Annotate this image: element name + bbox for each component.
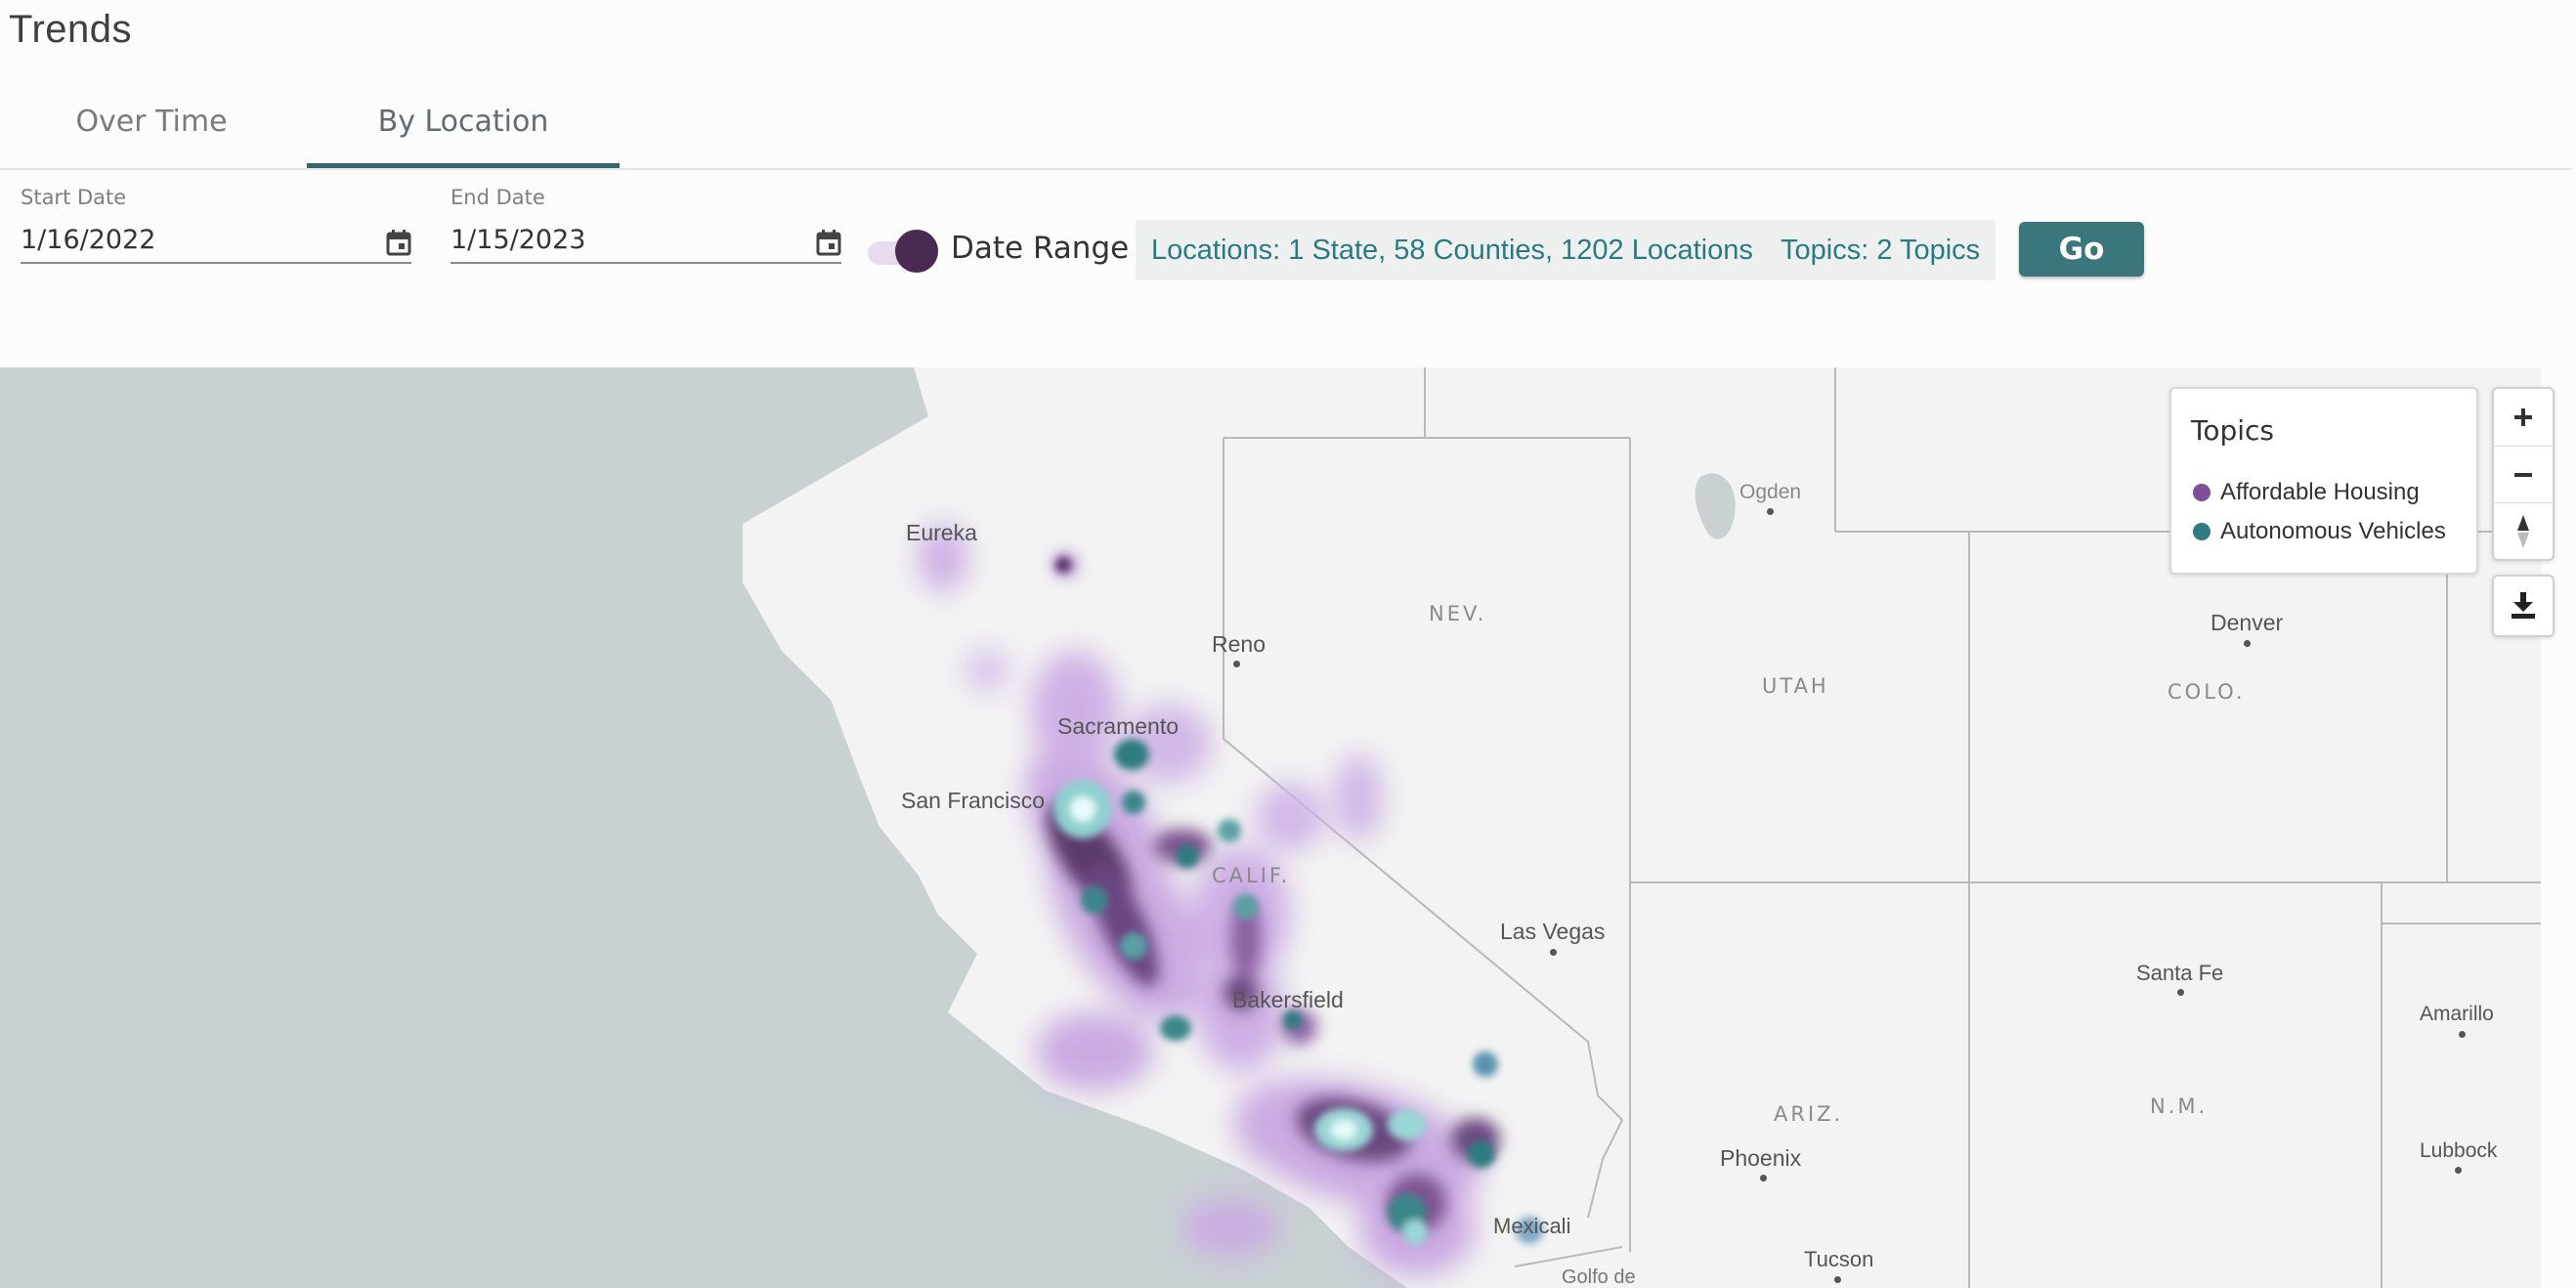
- download-icon: [2512, 592, 2535, 619]
- start-date-field[interactable]: Start Date 1/16/2022: [21, 186, 421, 276]
- city-label: Bakersfield: [1232, 987, 1344, 1012]
- legend-label: Affordable Housing: [2220, 479, 2420, 505]
- city-dot: [2455, 1167, 2462, 1174]
- map-navigation-control: [2492, 387, 2555, 561]
- city-label: Phoenix: [1720, 1145, 1802, 1171]
- heatmap-map[interactable]: Eureka Reno Sacramento San Francisco Bak…: [0, 367, 2541, 1288]
- city-label: Mexicali: [1493, 1214, 1571, 1238]
- plus-icon: [2514, 408, 2532, 426]
- zoom-in-button[interactable]: [2494, 389, 2553, 446]
- end-date-input[interactable]: 1/15/2023: [451, 225, 841, 264]
- page-title: Trends: [9, 8, 133, 51]
- end-date-label: End Date: [451, 186, 545, 209]
- calendar-icon[interactable]: [816, 229, 841, 256]
- city-label: San Francisco: [901, 788, 1046, 813]
- end-date-field[interactable]: End Date 1/15/2023: [451, 186, 851, 276]
- locations-chip[interactable]: Locations: 1 State, 58 Counties, 1202 Lo…: [1136, 220, 1769, 280]
- city-dot: [1760, 1175, 1767, 1181]
- city-label: Tucson: [1804, 1247, 1874, 1271]
- city-dot: [2244, 640, 2251, 647]
- date-range-toggle[interactable]: [864, 230, 938, 273]
- map-canvas: [743, 367, 2541, 1288]
- state-label: N.M.: [2150, 1095, 2209, 1118]
- compass-icon: [2517, 515, 2529, 548]
- state-label: UTAH: [1762, 674, 1829, 698]
- download-button[interactable]: [2492, 575, 2555, 637]
- start-date-input[interactable]: 1/16/2022: [21, 225, 411, 264]
- legend-swatch: [2193, 484, 2211, 501]
- city-dot: [1834, 1276, 1841, 1283]
- city-label: Santa Fe: [2136, 961, 2224, 985]
- state-label: CALIF.: [1212, 864, 1291, 887]
- legend-swatch: [2193, 523, 2211, 540]
- city-label: Reno: [1212, 631, 1266, 657]
- date-range-label: Date Range: [951, 231, 1130, 266]
- city-label: Golfo de: [1562, 1267, 1636, 1288]
- reset-north-button[interactable]: [2494, 502, 2553, 560]
- city-label: Lubbock: [2420, 1139, 2498, 1162]
- state-label: NEV.: [1429, 602, 1487, 625]
- toggle-knob: [895, 230, 938, 273]
- minus-icon: [2514, 473, 2532, 477]
- city-label: Eureka: [906, 520, 977, 545]
- city-label: Las Vegas: [1500, 919, 1606, 944]
- zoom-out-button[interactable]: [2494, 446, 2553, 503]
- city-label: Amarillo: [2420, 1003, 2494, 1025]
- state-label: COLO.: [2168, 680, 2246, 704]
- city-dot: [2459, 1031, 2466, 1038]
- tab-over-time[interactable]: Over Time: [0, 84, 303, 168]
- topics-chip[interactable]: Topics: 2 Topics: [1765, 220, 1996, 280]
- map-legend: Topics Affordable Housing Autonomous Veh…: [2169, 387, 2478, 575]
- tab-bar: Over Time By Location: [0, 84, 2572, 170]
- start-date-label: Start Date: [21, 186, 127, 209]
- tab-by-location[interactable]: By Location: [307, 84, 620, 168]
- legend-item[interactable]: Affordable Housing: [2193, 479, 2420, 506]
- city-dot: [1767, 508, 1774, 515]
- legend-title: Topics: [2191, 414, 2275, 447]
- city-dot: [1233, 661, 1240, 667]
- city-dot: [2177, 989, 2184, 996]
- go-button[interactable]: Go: [2019, 222, 2144, 277]
- legend-item[interactable]: Autonomous Vehicles: [2193, 518, 2446, 545]
- calendar-icon[interactable]: [386, 229, 411, 256]
- city-dot: [1550, 949, 1557, 956]
- state-label: ARIZ.: [1774, 1102, 1844, 1126]
- city-label: Denver: [2211, 610, 2284, 635]
- city-label: Sacramento: [1057, 713, 1180, 739]
- legend-label: Autonomous Vehicles: [2220, 518, 2446, 544]
- city-label: Ogden: [1739, 481, 1802, 503]
